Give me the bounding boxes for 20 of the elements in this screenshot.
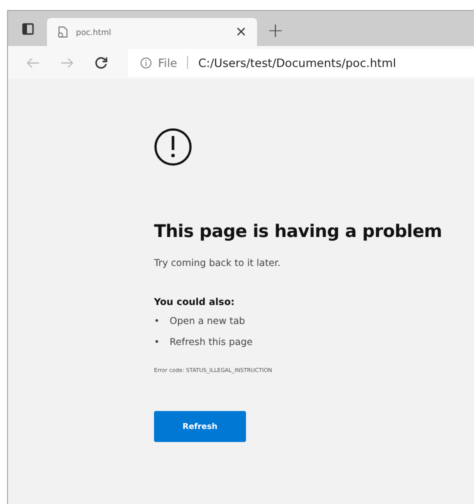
new-tab-button[interactable]: +	[267, 18, 284, 42]
error-title: This page is having a problem	[154, 222, 443, 242]
suggestion-text: Refresh this page	[170, 337, 253, 348]
url-text: C:/Users/test/Documents/poc.html	[198, 56, 396, 70]
browser-tab[interactable]: poc.html ×	[47, 18, 257, 46]
refresh-button[interactable]: Refresh	[154, 411, 246, 442]
error-message: Try coming back to it later.	[154, 258, 282, 269]
warning-icon	[154, 128, 192, 166]
address-bar[interactable]: File C:/Users/test/Documents/poc.html	[128, 48, 474, 76]
file-icon	[57, 26, 68, 38]
refresh-icon[interactable]	[94, 56, 108, 70]
bullet: •	[154, 316, 160, 327]
close-tab-button[interactable]: ×	[235, 24, 247, 40]
info-icon	[140, 56, 152, 68]
scheme-label: File	[158, 56, 178, 70]
suggestion-text: Open a new tab	[170, 316, 246, 327]
suggestions-heading: You could also:	[154, 297, 236, 308]
bullet: •	[154, 337, 160, 348]
tab-actions-icon[interactable]	[22, 23, 34, 35]
tab-title: poc.html	[76, 28, 112, 36]
